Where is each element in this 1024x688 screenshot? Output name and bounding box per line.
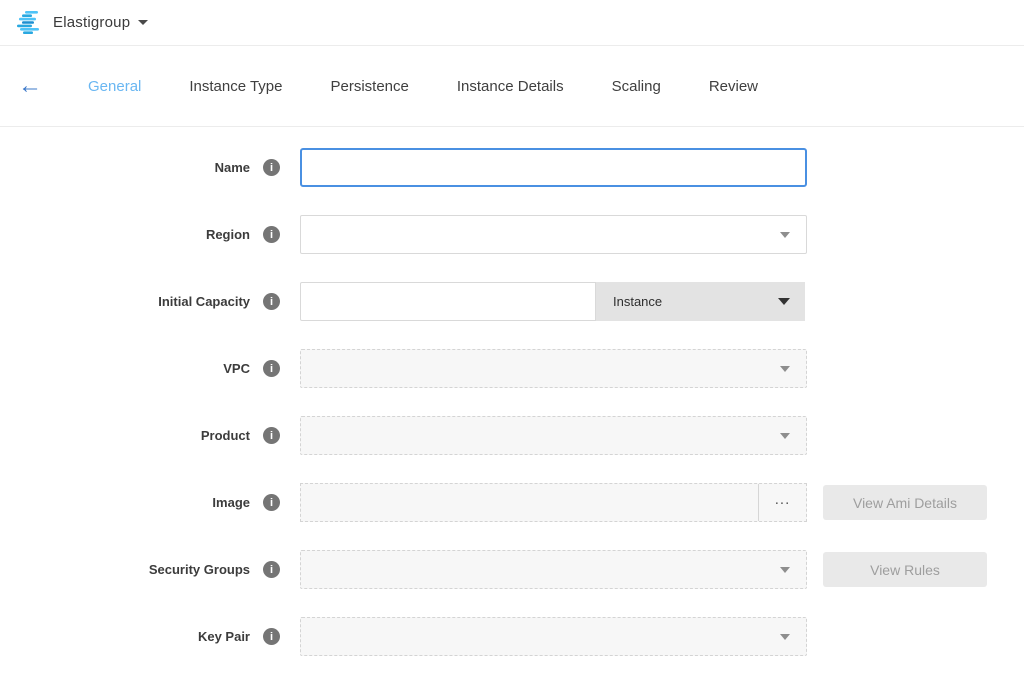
security-groups-label: Security Groups bbox=[149, 562, 250, 577]
initial-capacity-row: Initial Capacity i Instance bbox=[0, 282, 1024, 321]
info-icon[interactable]: i bbox=[263, 159, 280, 176]
key-pair-label: Key Pair bbox=[198, 629, 250, 644]
name-input[interactable] bbox=[300, 148, 807, 187]
capacity-unit-select[interactable]: Instance bbox=[596, 282, 805, 321]
tab-persistence[interactable]: Persistence bbox=[331, 78, 409, 95]
info-icon[interactable]: i bbox=[263, 226, 280, 243]
chevron-down-icon bbox=[780, 634, 790, 640]
info-icon[interactable]: i bbox=[263, 427, 280, 444]
tab-scaling[interactable]: Scaling bbox=[612, 78, 661, 95]
initial-capacity-label: Initial Capacity bbox=[158, 294, 250, 309]
image-browse-button[interactable]: ... bbox=[758, 484, 806, 521]
vpc-select bbox=[300, 349, 807, 388]
info-icon[interactable]: i bbox=[263, 293, 280, 310]
top-bar: Elastigroup bbox=[0, 0, 1024, 46]
key-pair-row: Key Pair i bbox=[0, 617, 1024, 656]
chevron-down-icon bbox=[780, 433, 790, 439]
security-groups-row: Security Groups i View Rules bbox=[0, 550, 1024, 589]
capacity-unit-value: Instance bbox=[613, 294, 662, 309]
tab-instance-details[interactable]: Instance Details bbox=[457, 78, 564, 95]
info-icon[interactable]: i bbox=[263, 494, 280, 511]
product-label: Product bbox=[201, 428, 250, 443]
initial-capacity-input[interactable] bbox=[300, 282, 596, 321]
security-groups-select bbox=[300, 550, 807, 589]
wizard-tabs: General Instance Type Persistence Instan… bbox=[88, 78, 758, 95]
view-ami-details-button[interactable]: View Ami Details bbox=[823, 485, 987, 520]
tab-instance-type[interactable]: Instance Type bbox=[189, 78, 282, 95]
app-title: Elastigroup bbox=[53, 14, 130, 31]
info-icon[interactable]: i bbox=[263, 628, 280, 645]
vpc-row: VPC i bbox=[0, 349, 1024, 388]
general-form: Name i Region i Initial Capacity i bbox=[0, 127, 1024, 656]
vpc-label: VPC bbox=[223, 361, 250, 376]
chevron-down-icon bbox=[778, 298, 790, 305]
tab-review[interactable]: Review bbox=[709, 78, 758, 95]
key-pair-select bbox=[300, 617, 807, 656]
elastigroup-menu-trigger[interactable]: Elastigroup bbox=[16, 11, 148, 34]
chevron-down-icon bbox=[138, 20, 148, 25]
name-row: Name i bbox=[0, 148, 1024, 187]
product-select bbox=[300, 416, 807, 455]
image-input: ... bbox=[300, 483, 807, 522]
product-row: Product i bbox=[0, 416, 1024, 455]
image-row: Image i ... View Ami Details bbox=[0, 483, 1024, 522]
image-label: Image bbox=[212, 495, 250, 510]
chevron-down-icon bbox=[780, 366, 790, 372]
view-rules-button[interactable]: View Rules bbox=[823, 552, 987, 587]
wizard-tab-bar: ← General Instance Type Persistence Inst… bbox=[0, 46, 1024, 127]
region-label: Region bbox=[206, 227, 250, 242]
info-icon[interactable]: i bbox=[263, 561, 280, 578]
name-label: Name bbox=[215, 160, 250, 175]
region-select[interactable] bbox=[300, 215, 807, 254]
back-arrow-icon[interactable]: ← bbox=[18, 74, 60, 98]
chevron-down-icon bbox=[780, 232, 790, 238]
info-icon[interactable]: i bbox=[263, 360, 280, 377]
tab-general[interactable]: General bbox=[88, 78, 141, 95]
elastigroup-logo-icon bbox=[16, 11, 43, 34]
chevron-down-icon bbox=[780, 567, 790, 573]
region-row: Region i bbox=[0, 215, 1024, 254]
